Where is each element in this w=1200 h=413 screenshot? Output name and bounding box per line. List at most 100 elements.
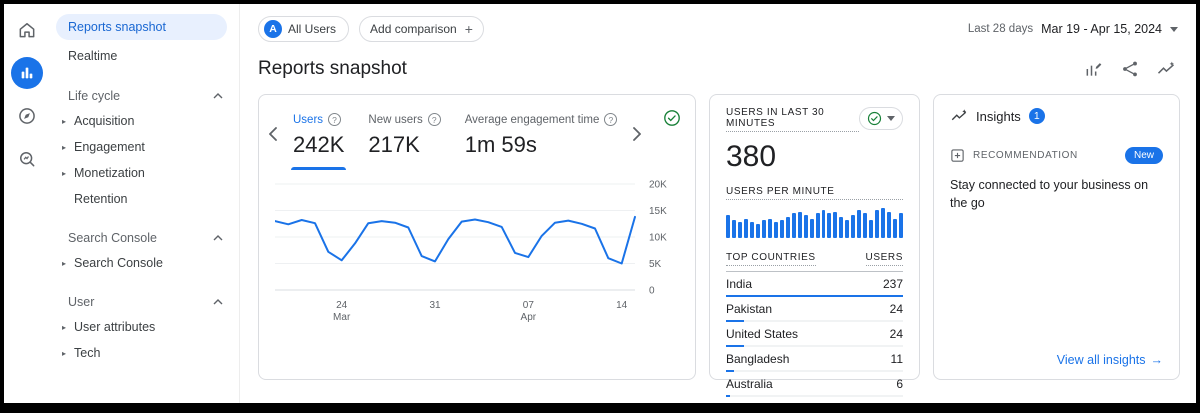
sidebar-item-realtime[interactable]: Realtime [50,42,239,70]
country-name: Australia [726,377,773,391]
users-per-minute-bar [845,220,849,238]
users-per-minute-bar [887,212,891,238]
users-per-minute-bar [822,210,826,238]
users-per-minute-bar [851,215,855,238]
sidebar-item-user-attributes[interactable]: ▸ User attributes [50,314,239,340]
advertising-icon [17,149,37,169]
country-row: Pakistan24 [726,297,903,322]
help-icon[interactable]: ? [328,113,341,126]
main-content: A All Users Add comparison + Last 28 day… [240,4,1196,403]
data-quality-check-icon[interactable] [663,109,681,127]
sidebar-item-tech[interactable]: ▸ Tech [50,340,239,366]
share-icon[interactable] [1120,59,1140,79]
sidebar-item-label: Retention [74,192,128,206]
users-per-minute-bar [833,212,837,238]
metric-tab-avg-engagement-time[interactable]: Average engagement time ? 1m 59s [453,103,630,170]
sidebar-section-life-cycle[interactable]: Life cycle [50,82,239,108]
metric-tab-users[interactable]: Users ? 242K [281,103,356,170]
add-comparison-button[interactable]: Add comparison + [359,16,484,42]
recommendation-label: RECOMMENDATION [973,150,1078,161]
metric-label: New users [368,114,422,126]
cards-row: Users ? 242K New users ? 217K [240,94,1196,380]
comparison-bar: A All Users Add comparison + Last 28 day… [240,4,1196,42]
section-title: Life cycle [68,89,120,103]
sidebar-item-search-console[interactable]: ▸ Search Console [50,250,239,276]
view-realtime-link[interactable]: View realtime→ [726,397,903,413]
users-overview-card: Users ? 242K New users ? 217K [258,94,696,380]
svg-text:14: 14 [616,300,628,311]
svg-text:31: 31 [429,300,441,311]
users-per-minute-bar [857,210,861,238]
users-line-chart: 05K10K15K20K24Mar3107Apr14 [275,178,687,333]
nav-home-button[interactable] [11,14,43,46]
explore-compass-icon [17,106,37,126]
users-per-minute-bar [863,213,867,238]
svg-text:10K: 10K [649,233,667,244]
sidebar-item-reports-snapshot[interactable]: Reports snapshot [56,14,227,40]
country-share-bar [726,345,903,347]
users-per-minute-bar [726,215,730,238]
insights-icon[interactable] [1156,59,1176,79]
users-per-minute-bar [810,219,814,238]
audience-segment-chip[interactable]: A All Users [258,16,349,42]
section-title: Search Console [68,231,157,245]
arrow-right-icon: → [891,405,904,413]
sidebar-item-monetization[interactable]: ▸ Monetization [50,160,239,186]
country-name: United States [726,327,798,341]
nav-reports-button[interactable] [11,57,43,89]
nav-advertising-button[interactable] [11,143,43,175]
sidebar-section-search-console[interactable]: Search Console [50,224,239,250]
audience-label: All Users [288,22,336,36]
metric-value: 242K [293,132,344,158]
sidebar-item-label: Acquisition [74,114,134,128]
sidebar-item-engagement[interactable]: ▸ Engagement [50,134,239,160]
users-per-minute-bar [881,208,885,238]
sidebar-item-label: Realtime [68,49,117,63]
country-users: 11 [891,352,903,366]
date-preset-label: Last 28 days [968,23,1033,35]
date-range-value: Mar 19 - Apr 15, 2024 [1041,22,1162,36]
country-row: Bangladesh11 [726,347,903,372]
chevron-up-icon [213,299,223,305]
chevron-up-icon [213,235,223,241]
recommendation-body[interactable]: Stay connected to your business on the g… [950,176,1163,212]
country-users: 24 [890,302,903,316]
sidebar-item-label: User attributes [74,320,155,334]
chevron-right-icon[interactable] [629,125,645,143]
users-per-minute-bar [786,217,790,238]
users-per-minute-bar [816,213,820,238]
reports-sidebar: Reports snapshot Realtime Life cycle ▸ A… [50,4,240,403]
view-all-insights-link[interactable]: View all insights→ [950,345,1163,367]
report-header: Reports snapshot [240,42,1196,94]
users-per-minute-bar [732,220,736,238]
users-per-minute-bar [792,213,796,238]
realtime-status-dropdown[interactable] [859,107,903,130]
help-icon[interactable]: ? [604,113,617,126]
sidebar-item-label: Search Console [74,256,163,270]
country-users: 24 [890,327,903,341]
users-per-minute-bar [774,222,778,238]
page-title: Reports snapshot [258,58,407,80]
date-range-picker[interactable]: Last 28 days Mar 19 - Apr 15, 2024 [968,22,1178,36]
nav-explore-button[interactable] [11,100,43,132]
top-countries-header: TOP COUNTRIES [726,252,816,266]
sidebar-section-user[interactable]: User [50,288,239,314]
sidebar-item-retention[interactable]: Retention [50,186,239,212]
users-per-minute-bar [798,212,802,238]
realtime-card: USERS IN LAST 30 MINUTES 380 USERS PER M… [709,94,920,380]
svg-text:24: 24 [336,300,348,311]
sidebar-item-label: Engagement [74,140,145,154]
customize-report-icon[interactable] [1084,59,1104,79]
sidebar-item-label: Tech [74,346,100,360]
metric-tab-new-users[interactable]: New users ? 217K [356,103,452,170]
section-title: User [68,295,94,309]
chevron-left-icon[interactable] [265,125,281,143]
users-per-minute-bar [804,215,808,238]
home-icon [17,20,37,40]
country-row: India237 [726,272,903,297]
svg-text:Mar: Mar [333,312,351,323]
help-icon[interactable]: ? [428,113,441,126]
sidebar-item-label: Reports snapshot [68,20,166,34]
sidebar-item-acquisition[interactable]: ▸ Acquisition [50,108,239,134]
triangle-right-icon: ▸ [62,349,74,358]
